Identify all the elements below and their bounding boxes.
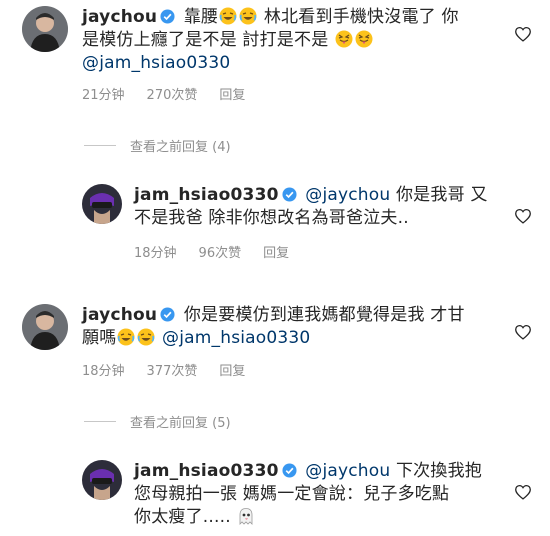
avatar[interactable]	[22, 6, 68, 52]
comment-meta: 21分钟 270次赞 回复	[82, 84, 267, 103]
comment-text-part: 你是我哥 又	[395, 185, 488, 205]
like-heart-icon[interactable]	[514, 324, 532, 340]
like-count[interactable]: 377次赞	[147, 364, 198, 379]
verified-badge-icon	[160, 9, 175, 24]
username[interactable]: jam_hsiao0330	[134, 461, 279, 481]
timestamp: 18分钟	[134, 246, 177, 261]
view-replies-label[interactable]: 查看之前回复 (5)	[130, 416, 231, 431]
comment-meta: 18分钟 96次赞 回复	[134, 242, 311, 261]
comment-meta: 18分钟 377次赞 回复	[82, 360, 267, 379]
verified-badge-icon	[282, 187, 297, 202]
mention-link[interactable]: @jaychou	[305, 461, 390, 481]
comment-text: jaychou 你是要模仿到連我媽都覺得是我 才甘 願嗎 @jam_hsiao0…	[82, 304, 502, 350]
like-heart-icon[interactable]	[514, 208, 532, 224]
avatar[interactable]	[22, 304, 68, 350]
username[interactable]: jam_hsiao0330	[134, 185, 279, 205]
view-previous-replies[interactable]: 查看之前回复 (5)	[84, 412, 231, 431]
comment-text: jam_hsiao0330 @jaychou 下次換我抱 您母親拍一張 媽媽一定…	[134, 460, 514, 529]
view-previous-replies[interactable]: 查看之前回复 (4)	[84, 136, 231, 155]
comment-text-part: 願嗎	[82, 328, 117, 348]
reply-button[interactable]: 回复	[263, 246, 289, 261]
reply-button[interactable]: 回复	[219, 364, 245, 379]
comment-text-part: 是模仿上癮了是不是 討打是不是	[82, 30, 329, 50]
comment-text-part: 林北看到手機快沒電了 你	[263, 7, 459, 27]
comment-text-part: 不是我爸 除非你想改名為哥爸泣夫..	[134, 208, 409, 228]
tongue-emoji-icon	[355, 30, 373, 48]
comment-text: jaychou 靠腰 林北看到手機快沒電了 你 是模仿上癮了是不是 討打是不是 …	[82, 6, 502, 75]
comment-text-part: 你太瘦了.....	[134, 507, 231, 527]
laugh-emoji-icon	[239, 7, 257, 25]
timestamp: 21分钟	[82, 88, 125, 103]
verified-badge-icon	[282, 463, 297, 478]
like-count[interactable]: 270次赞	[147, 88, 198, 103]
mention-link[interactable]: @jam_hsiao0330	[162, 328, 310, 348]
comment-text: jam_hsiao0330 @jaychou 你是我哥 又 不是我爸 除非你想改…	[134, 184, 514, 230]
like-count[interactable]: 96次赞	[199, 246, 242, 261]
ghost-emoji-icon	[237, 507, 255, 525]
reply-button[interactable]: 回复	[219, 88, 245, 103]
avatar[interactable]	[82, 184, 122, 224]
username[interactable]: jaychou	[82, 7, 157, 27]
username[interactable]: jaychou	[82, 305, 157, 325]
comment-jaychou-2: jaychou 你是要模仿到連我媽都覺得是我 才甘 願嗎 @jam_hsiao0…	[0, 296, 550, 386]
like-heart-icon[interactable]	[514, 26, 532, 42]
comment-text-part: 你是要模仿到連我媽都覺得是我 才甘	[183, 305, 465, 325]
comment-text-part: 您母親拍一張 媽媽一定會說：兒子多吃點	[134, 484, 450, 504]
divider	[84, 145, 116, 146]
comment-text-part: 靠腰	[183, 7, 219, 27]
timestamp: 18分钟	[82, 364, 125, 379]
laugh-emoji-icon	[219, 7, 237, 25]
mention-link[interactable]: @jaychou	[305, 185, 390, 205]
laugh-emoji-icon	[117, 328, 135, 346]
avatar[interactable]	[82, 460, 122, 500]
view-replies-label[interactable]: 查看之前回复 (4)	[130, 140, 231, 155]
comment-jam-hsiao-2: jam_hsiao0330 @jaychou 下次換我抱 您母親拍一張 媽媽一定…	[0, 452, 550, 536]
comment-jaychou-1: jaychou 靠腰 林北看到手機快沒電了 你 是模仿上癮了是不是 討打是不是 …	[0, 0, 550, 110]
divider	[84, 421, 116, 422]
comment-text-part: 下次換我抱	[395, 461, 482, 481]
tongue-emoji-icon	[335, 30, 353, 48]
like-heart-icon[interactable]	[514, 484, 532, 500]
laugh-emoji-icon	[137, 328, 155, 346]
mention-link[interactable]: @jam_hsiao0330	[82, 53, 230, 73]
comment-jam-hsiao-1: jam_hsiao0330 @jaychou 你是我哥 又 不是我爸 除非你想改…	[0, 176, 550, 276]
verified-badge-icon	[160, 307, 175, 322]
